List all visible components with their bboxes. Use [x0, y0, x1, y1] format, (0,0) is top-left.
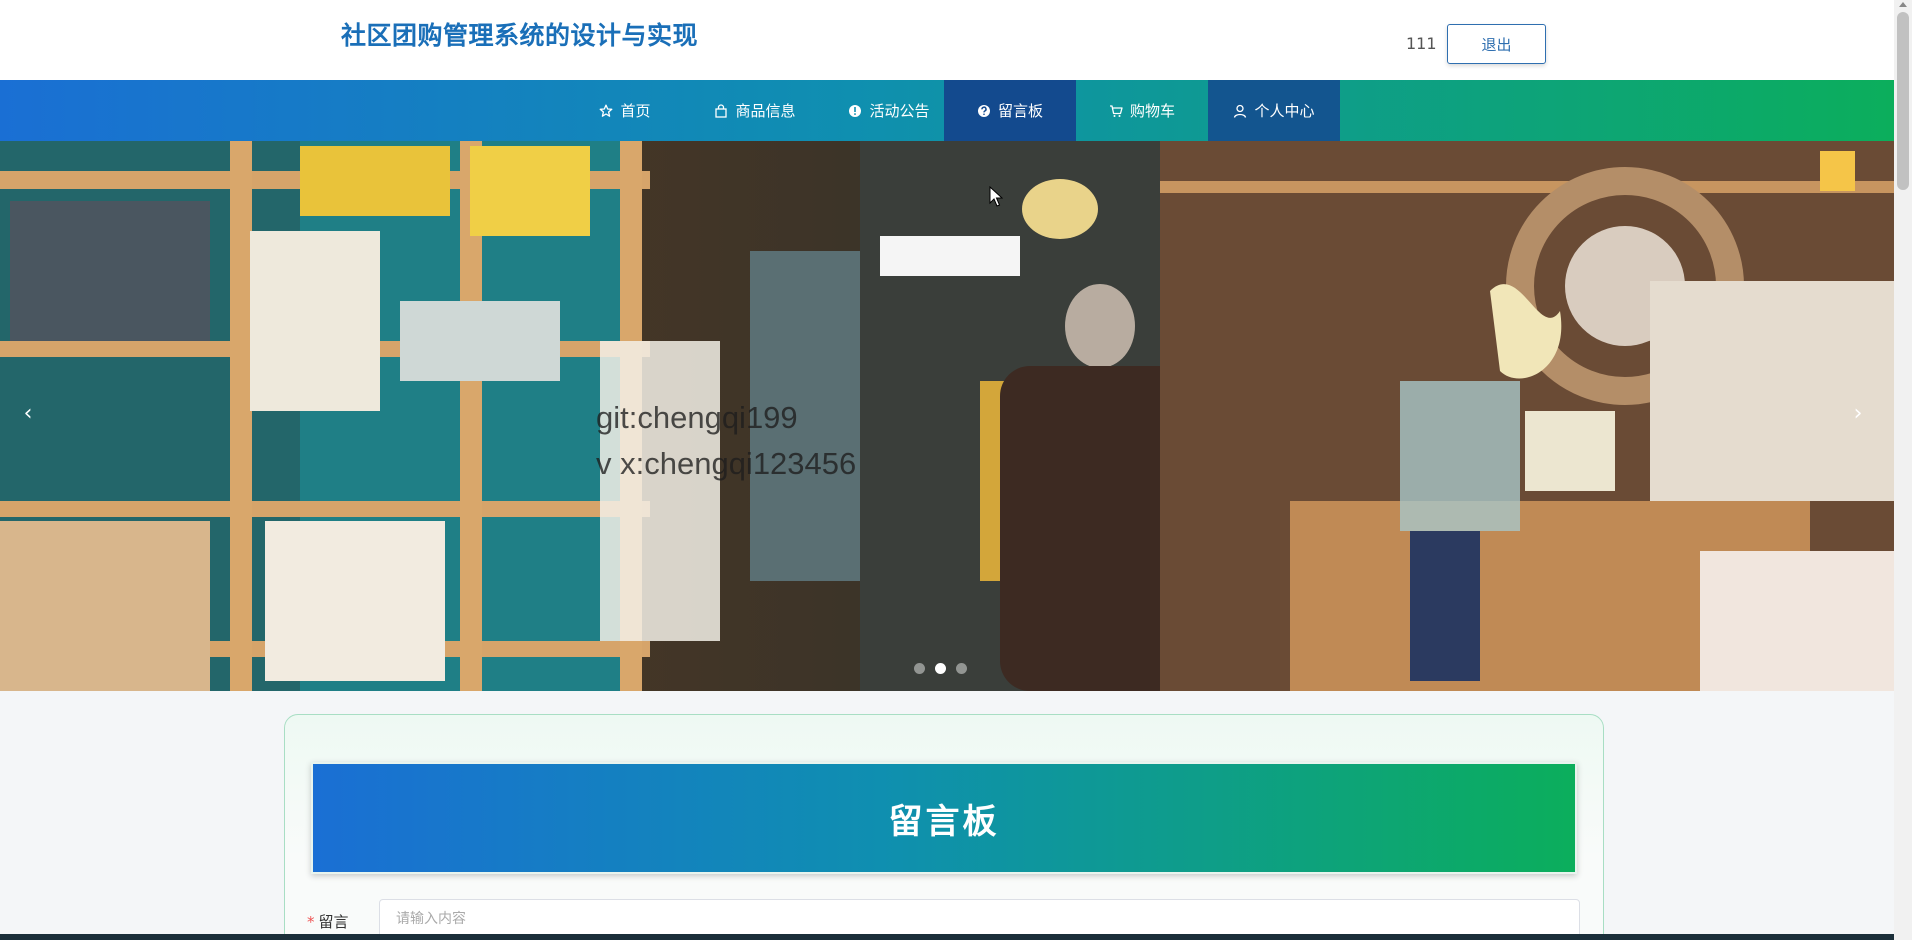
info-circle-icon — [848, 104, 862, 118]
nav-item-home[interactable]: 首页 — [572, 80, 678, 141]
nav-item-label: 留言板 — [997, 102, 1043, 120]
board-header: 留言板 — [311, 762, 1577, 874]
shopping-bag-icon — [714, 103, 728, 118]
nav-item-announcements[interactable]: 活动公告 — [823, 80, 955, 141]
user-icon — [1233, 104, 1247, 118]
star-icon — [599, 104, 613, 118]
logout-button[interactable]: 退出 — [1447, 24, 1546, 64]
username: 111 — [1406, 34, 1437, 53]
page: 社区团购管理系统的设计与实现 111 退出 首页 商品信息 活动公告 留言板 购… — [0, 0, 1912, 940]
cart-icon — [1109, 104, 1123, 118]
carousel-indicators — [914, 663, 967, 674]
banner-watermark: git:chengqi199 v x:chengqi123456 — [596, 395, 856, 487]
scroll-up-icon[interactable] — [1899, 2, 1907, 7]
watermark-line: git:chengqi199 — [596, 400, 798, 435]
top-header: 社区团购管理系统的设计与实现 111 退出 — [0, 0, 1894, 80]
mouse-cursor-icon — [989, 186, 1003, 207]
carousel-next-arrow[interactable]: › — [1846, 398, 1870, 428]
banner-image — [0, 141, 1894, 691]
carousel-dot[interactable] — [914, 663, 925, 674]
message-label-text: 留言 — [318, 913, 349, 931]
carousel-prev-arrow[interactable]: ‹ — [16, 398, 40, 428]
site-title: 社区团购管理系统的设计与实现 — [341, 21, 699, 50]
nav-item-message-board[interactable]: 留言板 — [944, 80, 1076, 141]
main-nav: 首页 商品信息 活动公告 留言板 购物车 个人中心 — [0, 80, 1894, 141]
nav-item-profile[interactable]: 个人中心 — [1208, 80, 1340, 141]
scrollbar-thumb[interactable] — [1897, 12, 1909, 190]
message-label: * 留言 — [307, 911, 349, 932]
banner-carousel[interactable]: git:chengqi199 v x:chengqi123456 — [0, 141, 1894, 691]
board-title: 留言板 — [888, 801, 1000, 842]
nav-item-label: 购物车 — [1129, 102, 1175, 120]
nav-item-label: 商品信息 — [735, 102, 796, 120]
question-circle-icon — [977, 104, 991, 118]
watermark-line: v x:chengqi123456 — [596, 446, 857, 481]
nav-item-products[interactable]: 商品信息 — [690, 80, 820, 141]
nav-item-label: 首页 — [620, 102, 651, 120]
nav-item-label: 活动公告 — [869, 102, 930, 120]
bottom-strip — [0, 934, 1894, 940]
nav-item-cart[interactable]: 购物车 — [1076, 80, 1208, 141]
carousel-dot[interactable] — [956, 663, 967, 674]
carousel-dot-active[interactable] — [935, 663, 946, 674]
required-mark: * — [307, 913, 315, 931]
message-input[interactable]: 请输入内容 — [379, 899, 1580, 939]
nav-item-label: 个人中心 — [1254, 102, 1315, 120]
